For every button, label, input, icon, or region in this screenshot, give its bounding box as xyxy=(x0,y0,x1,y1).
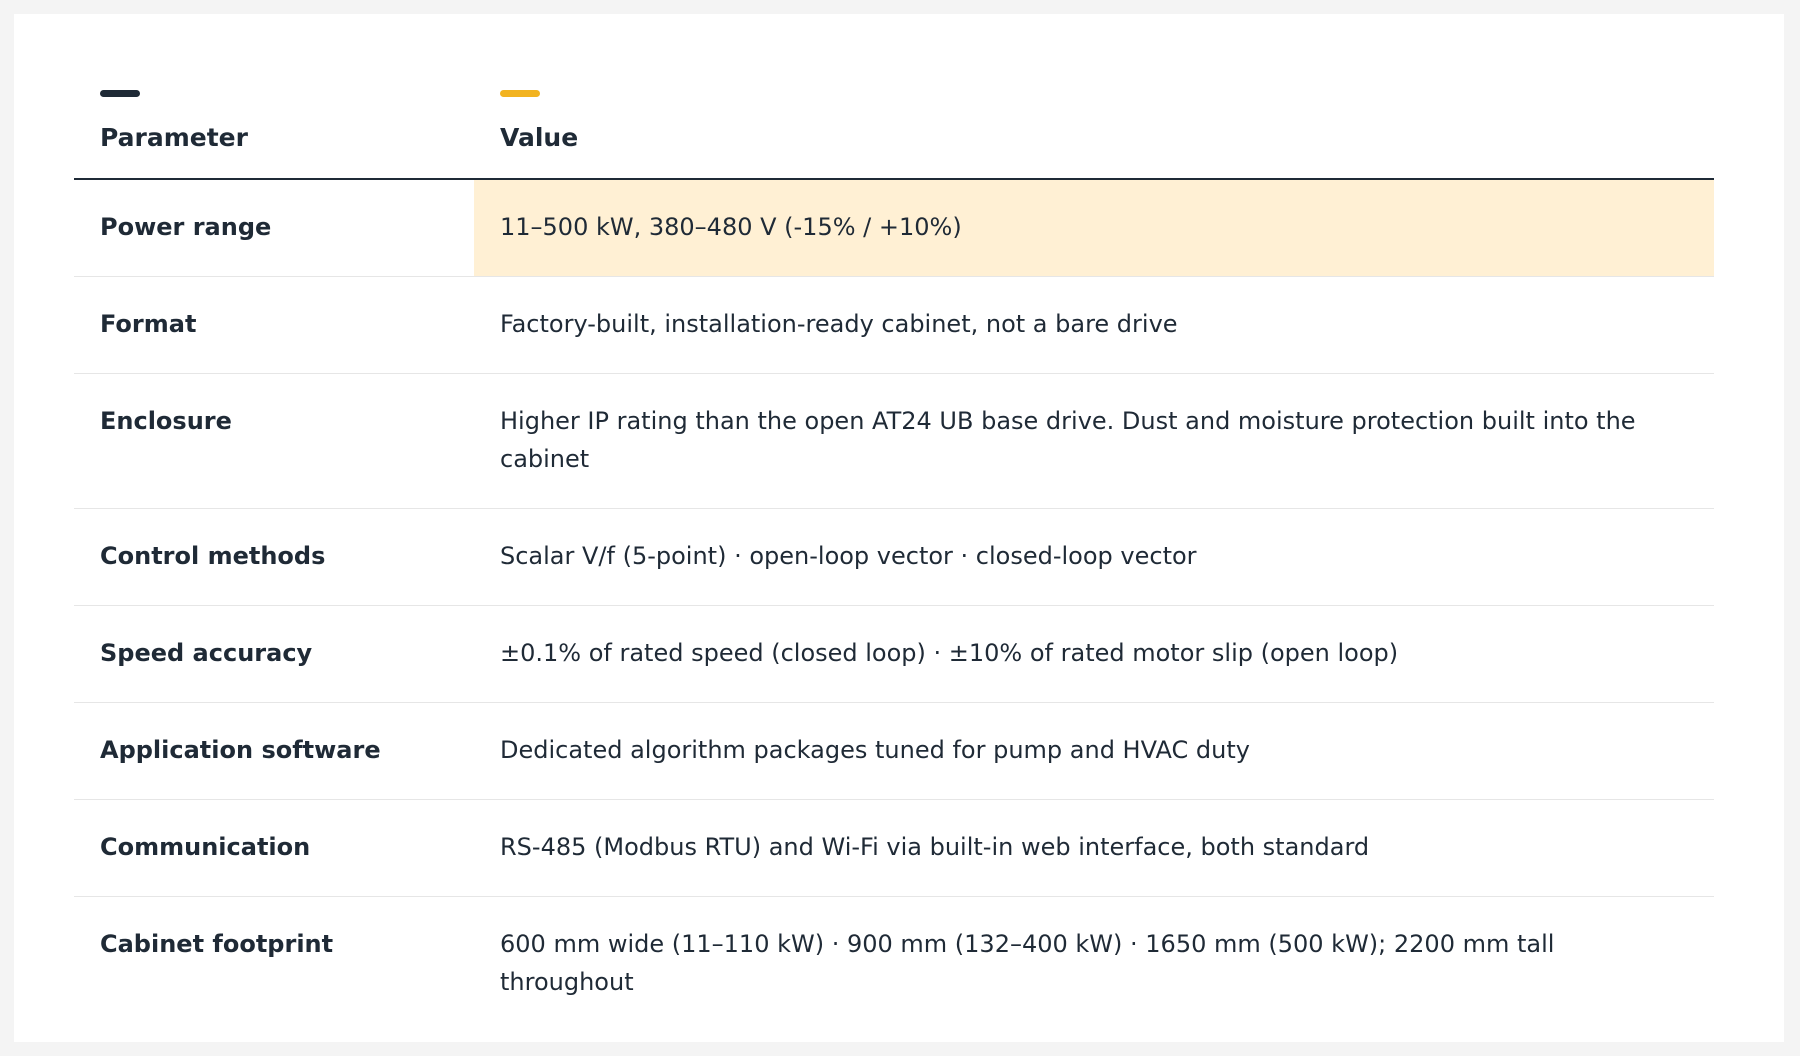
row-parameter: Control methods xyxy=(100,542,326,570)
row-value: Scalar V/f (5-point) · open-loop vector … xyxy=(500,542,1197,570)
spec-table: Parameter Value Power range 11–500 kW, 3… xyxy=(74,74,1714,1031)
header-value: Value xyxy=(474,74,1714,178)
row-value: RS-485 (Modbus RTU) and Wi-Fi via built-… xyxy=(500,833,1370,861)
table-row: Control methods Scalar V/f (5-point) · o… xyxy=(74,509,1714,606)
table-row: Cabinet footprint 600 mm wide (11–110 kW… xyxy=(74,897,1714,1031)
row-parameter: Communication xyxy=(100,833,311,861)
parameter-accent-bar xyxy=(100,90,140,97)
table-row: Application software Dedicated algorithm… xyxy=(74,703,1714,800)
row-value: ±0.1% of rated speed (closed loop) · ±10… xyxy=(500,639,1399,667)
row-parameter: Format xyxy=(100,310,197,338)
value-accent-bar xyxy=(500,90,540,97)
row-parameter: Speed accuracy xyxy=(100,639,313,667)
header-value-label: Value xyxy=(500,123,579,152)
row-value: 600 mm wide (11–110 kW) · 900 mm (132–40… xyxy=(500,930,1555,996)
header-parameter-label: Parameter xyxy=(100,123,248,152)
row-value: 11–500 kW, 380–480 V (-15% / +10%) xyxy=(474,180,1714,276)
table-row: Speed accuracy ±0.1% of rated speed (clo… xyxy=(74,606,1714,703)
row-parameter: Enclosure xyxy=(100,407,232,435)
table-row: Power range 11–500 kW, 380–480 V (-15% /… xyxy=(74,180,1714,277)
table-row: Communication RS-485 (Modbus RTU) and Wi… xyxy=(74,800,1714,897)
header-parameter: Parameter xyxy=(74,74,474,178)
table-row: Enclosure Higher IP rating than the open… xyxy=(74,374,1714,509)
table-header: Parameter Value xyxy=(74,74,1714,180)
row-parameter: Power range xyxy=(100,213,272,241)
spec-card: Parameter Value Power range 11–500 kW, 3… xyxy=(14,14,1784,1042)
row-value: Factory-built, installation-ready cabine… xyxy=(500,310,1178,338)
table-row: Format Factory-built, installation-ready… xyxy=(74,277,1714,374)
row-parameter: Cabinet footprint xyxy=(100,930,334,958)
row-value: Dedicated algorithm packages tuned for p… xyxy=(500,736,1250,764)
row-value: Higher IP rating than the open AT24 UB b… xyxy=(500,407,1636,473)
row-parameter: Application software xyxy=(100,736,381,764)
